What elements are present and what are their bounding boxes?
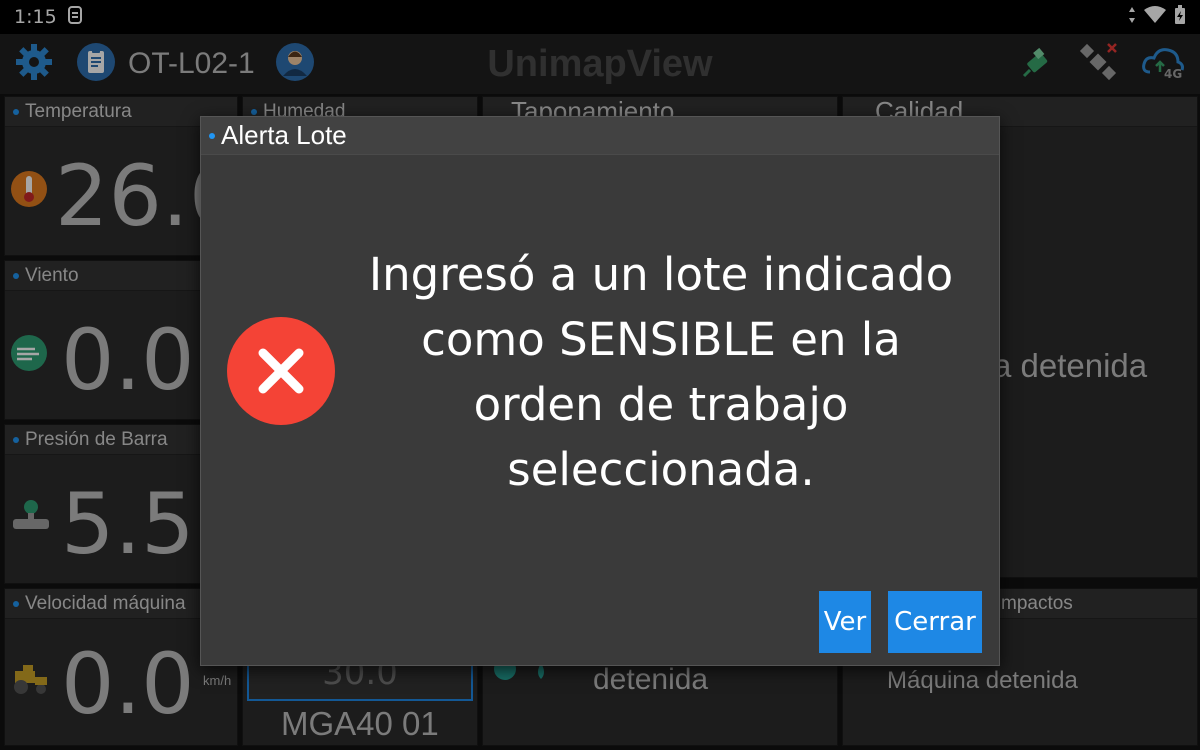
cerrar-button[interactable]: Cerrar xyxy=(888,591,982,653)
error-icon xyxy=(227,317,335,425)
alert-dialog: Alerta Lote Ingresó a un lote indicado c… xyxy=(200,116,1000,666)
dialog-title: Alerta Lote xyxy=(221,120,347,150)
ver-button[interactable]: Ver xyxy=(819,591,871,653)
status-dot xyxy=(209,132,215,139)
dialog-message: Ingresó a un lote indicado como SENSIBLE… xyxy=(368,248,954,496)
